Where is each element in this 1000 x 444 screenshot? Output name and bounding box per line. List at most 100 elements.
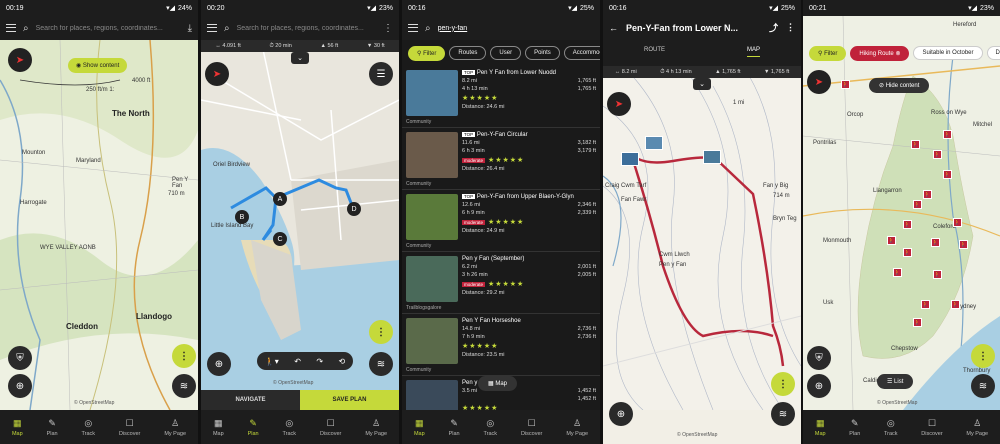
hiking-route-pin-icon[interactable]: 🚶 [893, 268, 902, 277]
locate-button[interactable]: ⊕ [8, 374, 32, 398]
map-view-button[interactable]: ▦ Map [478, 376, 518, 391]
filter-chip-user[interactable]: User [490, 46, 522, 60]
filter-chip-accommodation[interactable]: Accommodation [563, 46, 600, 60]
search-bar[interactable]: ⌕ Search for places, regions, coordinate… [201, 16, 399, 40]
nav-plan[interactable]: ✎ Plan [47, 418, 58, 437]
nav-discover[interactable]: ☐ Discover [119, 418, 140, 437]
share-icon[interactable]: ⤴ [769, 21, 778, 34]
more-button[interactable]: ⋮ [771, 372, 795, 396]
search-input[interactable]: Search for places, regions, coordinates.… [36, 25, 181, 32]
hiking-route-pin-icon[interactable]: 🚶 [943, 130, 952, 139]
nav-plan[interactable]: ✎ Plan [449, 418, 460, 437]
show-content-button[interactable]: ◉ Show content [68, 58, 128, 73]
download-icon[interactable]: ⤓ [188, 23, 192, 34]
nav-my-page[interactable]: ♙ My Page [164, 418, 186, 437]
hiking-route-pin-icon[interactable]: 🚶 [903, 220, 912, 229]
route-list-button[interactable]: ☰ [369, 62, 393, 86]
layers-button[interactable]: ≋ [971, 374, 995, 398]
layers-button[interactable]: ≋ [771, 402, 795, 426]
hiking-route-pin-icon[interactable]: 🚶 [923, 190, 932, 199]
nav-discover[interactable]: ☐ Discover [320, 418, 341, 437]
filter-button[interactable]: ⚲ Filter [809, 45, 847, 61]
nav-map[interactable]: ▦ Map [414, 418, 425, 437]
hiking-route-pin-icon[interactable]: 🚶 [959, 240, 968, 249]
collapse-stats-button[interactable]: ⌄ [693, 78, 711, 90]
locate-button[interactable]: ⊕ [207, 352, 231, 376]
hide-content-button[interactable]: ⊘ Hide content [869, 78, 930, 93]
hiking-route-pin-icon[interactable]: 🚶 [903, 248, 912, 257]
filter-button[interactable]: ⚲ Filter [408, 45, 446, 61]
tracking-button[interactable]: ⛨ [8, 346, 32, 370]
hiking-route-pin-icon[interactable]: 🚶 [913, 318, 922, 327]
nav-map[interactable]: ▦ Map [12, 418, 23, 437]
hiking-route-pin-icon[interactable]: 🚶 [887, 236, 896, 245]
hiking-route-pin-icon[interactable]: 🚶 [951, 300, 960, 309]
menu-icon[interactable] [207, 24, 217, 32]
hiking-route-pin-icon[interactable]: 🚶 [913, 200, 922, 209]
menu-icon[interactable] [408, 24, 418, 32]
close-icon[interactable]: ⊗ [895, 51, 900, 57]
layers-button[interactable]: ≋ [369, 352, 393, 376]
nav-plan[interactable]: ✎ Plan [849, 418, 860, 437]
hiking-route-pin-icon[interactable]: 🚶 [911, 140, 920, 149]
filter-chip-difficulty[interactable]: Dif [986, 46, 1000, 60]
back-arrow-icon[interactable]: ← [609, 23, 618, 33]
photo-marker[interactable] [703, 150, 721, 164]
more-button[interactable]: ⋮ [172, 344, 196, 368]
nav-map[interactable]: ▦ Map [213, 418, 224, 437]
save-plan-button[interactable]: SAVE PLAN [300, 390, 399, 410]
result-item[interactable]: Pen y Fan (September) 6.2 mi 2,001 ft 3 h 2… [402, 252, 600, 314]
undo-icon[interactable]: ↶ [294, 357, 301, 366]
hiking-route-pin-icon[interactable]: 🚶 [953, 218, 962, 227]
photo-marker[interactable] [645, 136, 663, 150]
nav-discover[interactable]: ☐ Discover [521, 418, 542, 437]
photo-marker[interactable] [621, 152, 639, 166]
hiking-route-pin-icon[interactable]: 🚶 [921, 300, 930, 309]
hiking-route-pin-icon[interactable]: 🚶 [841, 80, 850, 89]
hiking-route-pin-icon[interactable]: 🚶 [933, 270, 942, 279]
walk-icon[interactable]: 🚶▾ [265, 357, 279, 366]
nav-track[interactable]: ◎ Track [283, 418, 297, 437]
nav-map[interactable]: ▦ Map [815, 418, 826, 437]
nav-my-page[interactable]: ♙ My Page [566, 418, 588, 437]
more-vert-icon[interactable]: ⋮ [786, 22, 795, 33]
nav-my-page[interactable]: ♙ My Page [966, 418, 988, 437]
compass-button[interactable]: ➤ [205, 62, 229, 86]
more-button[interactable]: ⋮ [971, 344, 995, 368]
result-item[interactable]: TOP Pen-Y-Fan from Upper Blaen-Y-Glyn 12.… [402, 190, 600, 252]
result-item[interactable]: TOP Pen Y Fan from Lower Nuodd 8.2 mi 1,76… [402, 66, 600, 128]
collapse-stats-button[interactable]: ⌄ [291, 52, 309, 64]
compass-button[interactable]: ➤ [807, 70, 831, 94]
tab-map[interactable]: MAP [746, 47, 760, 57]
nav-my-page[interactable]: ♙ My Page [365, 418, 387, 437]
navigate-button[interactable]: NAVIGATE [201, 390, 300, 410]
nav-track[interactable]: ◎ Track [484, 418, 498, 437]
locate-button[interactable]: ⊕ [609, 402, 633, 426]
filter-chip-routes[interactable]: Routes [449, 46, 487, 60]
waypoint-d[interactable]: D [347, 202, 361, 216]
menu-icon[interactable] [6, 24, 16, 32]
region-map[interactable]: Hereford Ross on Wye Mitchel Orcop Llang… [803, 16, 1000, 410]
layers-button[interactable]: ≋ [172, 374, 196, 398]
more-button[interactable]: ⋮ [369, 320, 393, 344]
waypoint-a[interactable]: A [273, 192, 287, 206]
search-bar[interactable]: ⌕ pen-y-fan [402, 16, 600, 40]
more-vert-icon[interactable]: ⋮ [383, 23, 393, 34]
filter-chip-points[interactable]: Points [525, 46, 560, 60]
compass-button[interactable]: ➤ [8, 48, 32, 72]
search-input[interactable]: pen-y-fan [438, 25, 594, 32]
tracking-button[interactable]: ⛨ [807, 346, 831, 370]
waypoint-c[interactable]: C [273, 232, 287, 246]
filter-chip-october[interactable]: Suitable in October [913, 46, 983, 60]
result-item[interactable]: Pen Y Fan Horseshoe 14.8 mi 2,736 ft 7 h 9 … [402, 314, 600, 376]
reverse-icon[interactable]: ⟲ [339, 357, 346, 366]
hiking-route-pin-icon[interactable]: 🚶 [933, 150, 942, 159]
search-bar[interactable]: ⌕ Search for places, regions, coordinate… [0, 16, 198, 40]
tab-route[interactable]: ROUTE [644, 47, 665, 57]
nav-plan[interactable]: ✎ Plan [248, 418, 259, 437]
filter-chip-hiking-route[interactable]: Hiking Route ⊗ [850, 45, 910, 61]
compass-button[interactable]: ➤ [607, 92, 631, 116]
list-view-button[interactable]: ☰ List [877, 374, 914, 389]
nav-track[interactable]: ◎ Track [884, 418, 898, 437]
locate-button[interactable]: ⊕ [807, 374, 831, 398]
